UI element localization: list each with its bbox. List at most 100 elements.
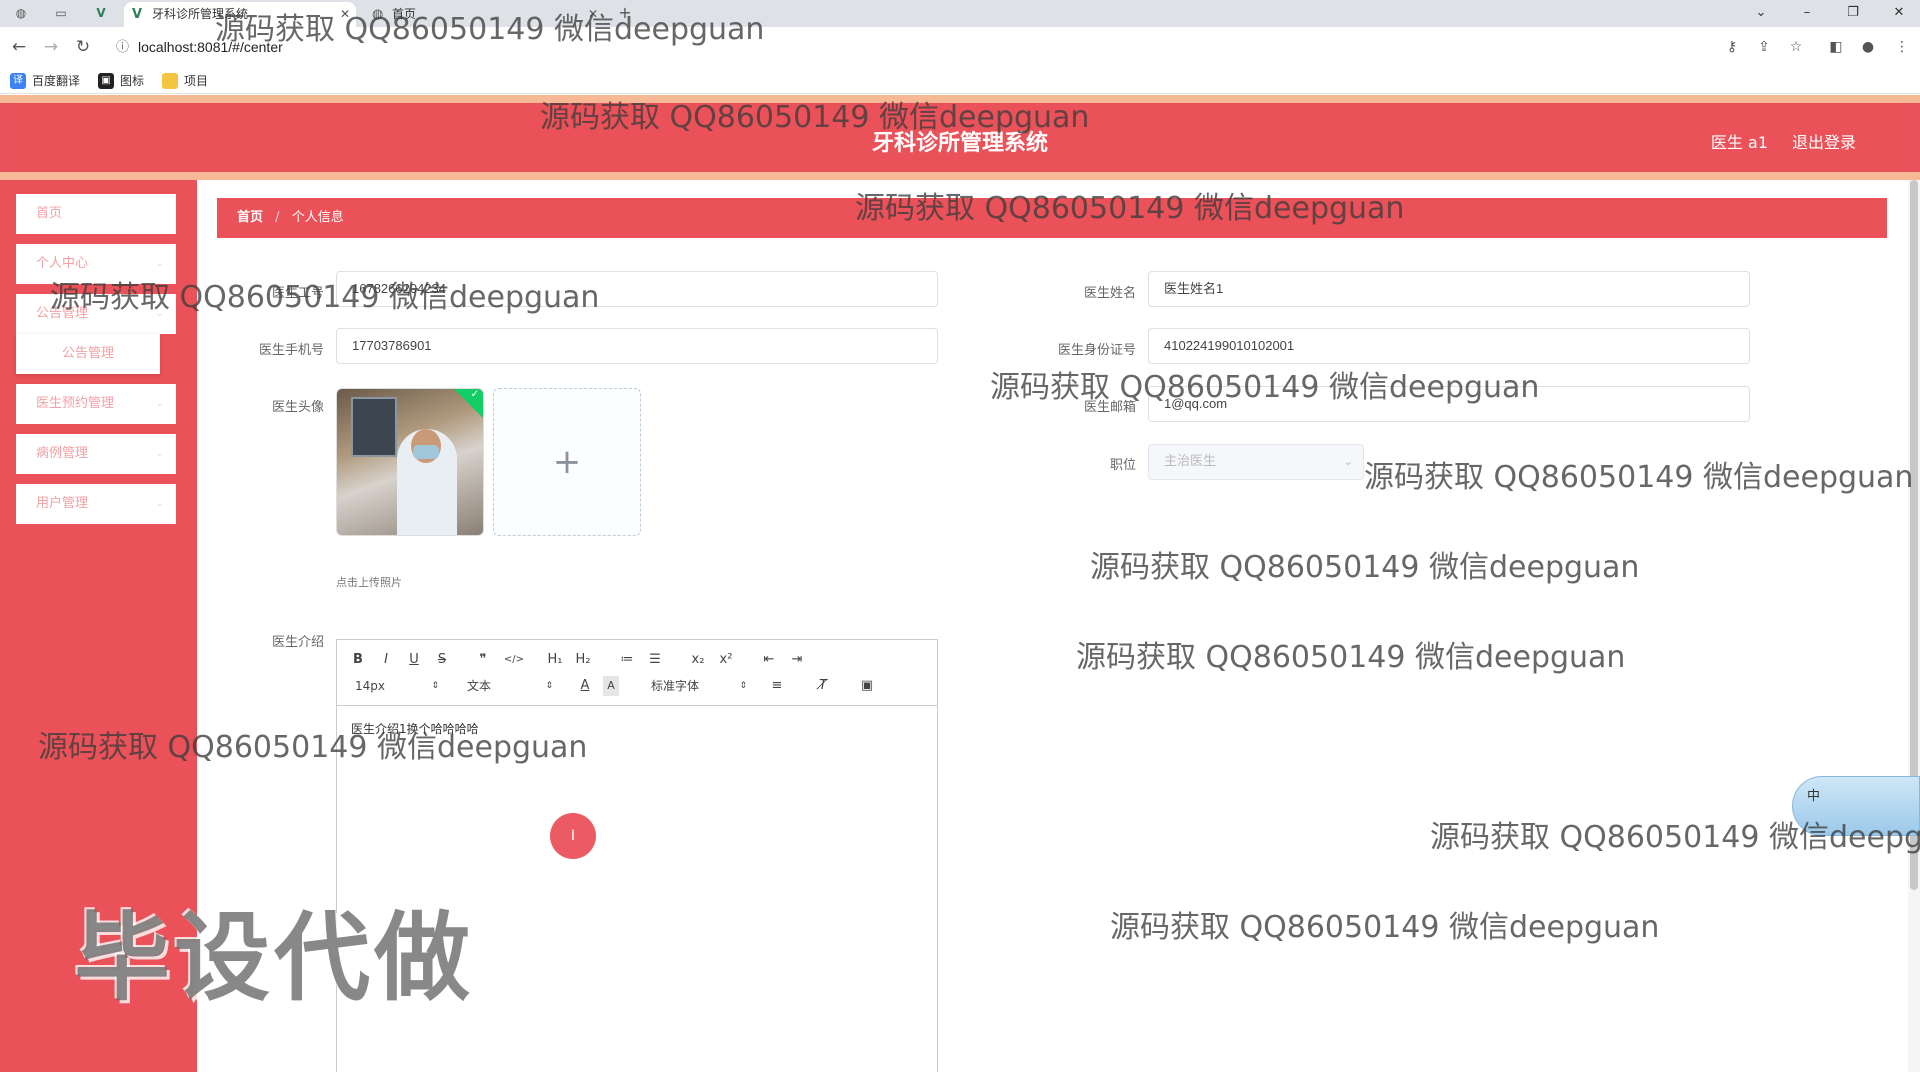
url-text: localhost:8081/#/center [138, 39, 283, 55]
avatar-image[interactable]: ✓ [336, 388, 484, 536]
more-menu-icon[interactable]: ⋮ [1892, 37, 1912, 57]
xray-film [351, 397, 397, 457]
blockquote-icon[interactable]: ❞ [475, 650, 491, 670]
browser-nav-bar: ← → ↻ ⓘ localhost:8081/#/center ⚷ ⇪ ☆ ◧ … [0, 27, 1920, 68]
heading1-icon[interactable]: H₁ [545, 650, 565, 670]
insert-image-icon[interactable]: ▣ [859, 676, 875, 696]
doctor-no-field[interactable]: 1678266204234 [336, 271, 938, 307]
tab-second[interactable]: ◍ 首页 ✕ [364, 2, 604, 27]
phone-label: 医生手机号 [258, 343, 324, 358]
underline-icon[interactable]: U [407, 650, 421, 670]
bold-icon[interactable]: B [351, 650, 365, 670]
address-bar[interactable]: ⓘ localhost:8081/#/center [108, 31, 1708, 63]
folder-icon [162, 73, 178, 89]
background-color-icon[interactable]: A [603, 676, 619, 696]
new-tab-icon[interactable]: + [616, 5, 634, 21]
intro-editor[interactable]: B I U S ❞ </> H₁ H₂ ≔ ☰ x₂ x² ⇤ ⇥ 14px ⇕… [336, 639, 938, 1072]
app-title: 牙科诊所管理系统 [871, 131, 1048, 156]
sidebar-item-users[interactable]: 用户管理 ⌄ [16, 484, 176, 524]
bookmark-icons[interactable]: ▣ 图标 [98, 72, 144, 90]
updown-icon: ⇕ [739, 681, 747, 691]
code-icon[interactable]: </> [503, 650, 525, 670]
sidebar-item-cases[interactable]: 病例管理 ⌄ [16, 434, 176, 474]
font-family-select[interactable]: 标准字体 ⇕ [651, 676, 747, 696]
ordered-list-icon[interactable]: ≔ [619, 650, 635, 670]
indent-icon[interactable]: ⇥ [789, 650, 805, 670]
sidebar-item-personal-center[interactable]: 个人中心 ⌄ [16, 244, 176, 284]
bookmark-project[interactable]: 项目 [162, 72, 208, 90]
sidebar-item-appointment[interactable]: 医生预约管理 ⌄ [16, 384, 176, 424]
updown-icon: ⇕ [545, 681, 553, 691]
close-icon[interactable]: ✕ [340, 2, 350, 27]
font-size-select[interactable]: 14px ⇕ [355, 676, 439, 696]
globe-icon: ◍ [372, 7, 384, 22]
close-icon[interactable]: ✕ [588, 2, 598, 27]
ime-mode-label: 中 [1807, 789, 1821, 804]
watermark-text: 源码获取 QQ86050149 微信deepguan [1076, 640, 1626, 675]
bullet-list-icon[interactable]: ☰ [647, 650, 663, 670]
profile-icon[interactable]: ● [1858, 37, 1878, 57]
clear-format-icon[interactable]: T̸ [815, 676, 831, 696]
window-close-icon[interactable]: ✕ [1884, 2, 1914, 24]
breadcrumb-home[interactable]: 首页 [237, 210, 263, 225]
ime-widget[interactable]: 中 [1792, 776, 1920, 836]
id-card-field[interactable]: 410224199010102001 [1148, 328, 1750, 364]
id-card-label: 医生身份证号 [1057, 343, 1136, 358]
back-icon[interactable]: ← [8, 36, 30, 58]
heading2-icon[interactable]: H₂ [573, 650, 593, 670]
font-color-icon[interactable]: A [577, 676, 593, 696]
tab-search-icon[interactable]: ⌄ [1746, 2, 1776, 24]
sidebar-item-announcement[interactable]: 公告管理 ⌄ [16, 294, 176, 334]
sidebar-subitem-announcement[interactable]: 公告管理 [16, 334, 160, 374]
breadcrumb: 首页 / 个人信息 [217, 198, 1887, 238]
doctor-no-label: 医生工号 [271, 286, 324, 301]
reload-icon[interactable]: ↻ [72, 36, 94, 58]
text-type-select[interactable]: 文本 ⇕ [467, 676, 553, 696]
bookmark-star-icon[interactable]: ☆ [1786, 37, 1806, 57]
sidebar-item-home[interactable]: 首页 [16, 194, 176, 234]
restore-icon[interactable]: ❐ [1838, 2, 1868, 24]
side-panel-icon[interactable]: ◧ [1826, 37, 1846, 57]
vue-tab-icon[interactable]: V [92, 5, 110, 21]
forward-icon[interactable]: → [40, 36, 62, 58]
subscript-icon[interactable]: x₂ [689, 650, 707, 670]
position-label: 职位 [1109, 458, 1136, 473]
doctor-name-label: 医生姓名 [1083, 286, 1136, 301]
tab-title: 牙科诊所管理系统 [152, 7, 249, 21]
intro-editor-content[interactable]: 医生介绍1换个哈哈哈哈 [351, 720, 479, 737]
page-scrollbar[interactable] [1908, 180, 1920, 1072]
chevron-down-icon: ⌄ [155, 258, 164, 269]
outdent-icon[interactable]: ⇤ [761, 650, 777, 670]
watermark-text: 源码获取 QQ86050149 微信deepguan [1364, 460, 1914, 495]
chevron-down-icon: ⌄ [155, 398, 164, 409]
upload-tip: 点击上传照片 [336, 576, 402, 589]
site-info-icon[interactable]: ⓘ [116, 31, 129, 63]
tab-active[interactable]: V 牙科诊所管理系统 ✕ [124, 2, 356, 27]
upload-button[interactable]: + [493, 388, 641, 536]
italic-icon[interactable]: I [379, 650, 393, 670]
watermark-text: 源码获取 QQ86050149 微信deepguan [1110, 910, 1660, 945]
browser-menu-icon[interactable]: ◍ [12, 5, 30, 21]
minimize-icon[interactable]: – [1792, 2, 1822, 24]
logout-button[interactable]: 退出登录 [1792, 129, 1856, 153]
key-icon[interactable]: ⚷ [1722, 37, 1742, 57]
upload-success-badge [454, 389, 483, 418]
chevron-down-icon: ⌄ [155, 498, 164, 509]
mouse-cursor-indicator: I [550, 813, 596, 859]
avatar-label: 医生头像 [271, 400, 324, 415]
vue-favicon-icon: V [132, 7, 143, 22]
plus-icon: + [552, 442, 582, 482]
bookmark-baidu-translate[interactable]: 译 百度翻译 [10, 72, 80, 90]
email-field[interactable]: 1@qq.com [1148, 386, 1750, 422]
share-icon[interactable]: ⇪ [1754, 37, 1774, 57]
phone-field[interactable]: 17703786901 [336, 328, 938, 364]
doctor-name-field[interactable]: 医生姓名1 [1148, 271, 1750, 307]
app-header: 牙科诊所管理系统 医生 a1 退出登录 [0, 95, 1920, 180]
blank-tab-icon[interactable]: ▭ [52, 5, 70, 21]
position-select[interactable]: 主治医生 ⌄ [1148, 444, 1364, 480]
breadcrumb-current: 个人信息 [291, 210, 344, 225]
sidebar: 首页 个人中心 ⌄ 公告管理 ⌄ 公告管理 医生预约管理 ⌄ 病例管理 ⌄ 用户… [0, 180, 197, 1072]
align-icon[interactable]: ≡ [769, 676, 785, 696]
strike-icon[interactable]: S [435, 650, 449, 670]
superscript-icon[interactable]: x² [717, 650, 735, 670]
